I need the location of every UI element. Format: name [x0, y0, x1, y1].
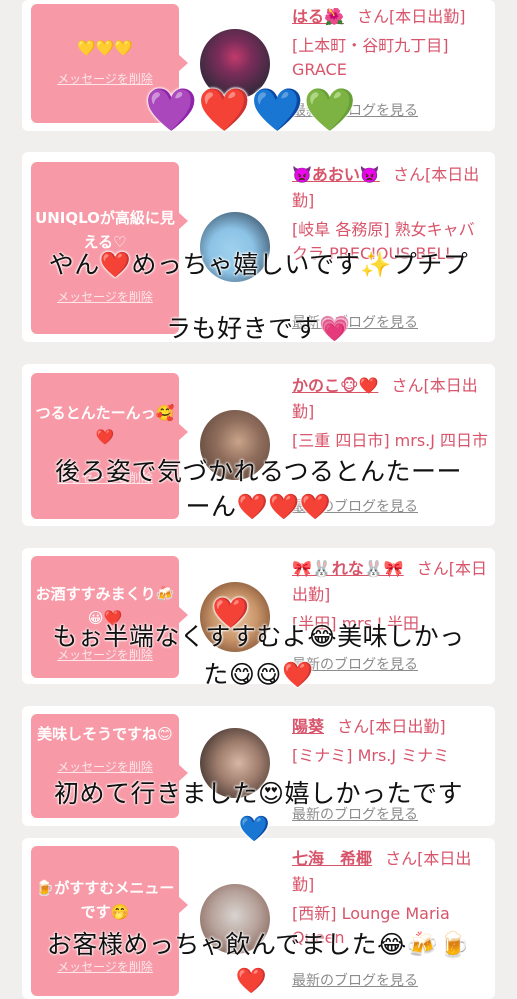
- status-text: さん[本日出勤]: [357, 7, 466, 26]
- delete-message-link[interactable]: メッセージを削除: [35, 758, 175, 775]
- cast-name-link[interactable]: かのこ🐵❤️: [292, 376, 378, 395]
- message-text: つるとんたーんっ🥰❤️: [35, 404, 175, 446]
- cast-name-link[interactable]: 👿あおい👿: [292, 165, 380, 184]
- caption-line: ❤️: [235, 966, 268, 995]
- cast-info: はる🌺 さん[本日出勤] [上本町・谷町九丁目] GRACE: [292, 4, 490, 82]
- delete-message-link[interactable]: メッセージを削除: [35, 288, 175, 305]
- cast-name-link[interactable]: 陽葵: [292, 717, 324, 736]
- caption-line: お客様めっちゃ飲んでました😂🍻🍺: [46, 930, 471, 959]
- heart-emoji-row: 💜❤️💙💚: [145, 85, 357, 134]
- caption-line: やん❤️めっちゃ嬉しいです✨プチプ: [48, 250, 469, 279]
- cast-name-link[interactable]: 七海 希椰: [292, 849, 372, 868]
- message-text: 🍺がすすむメニューです🤭: [35, 879, 175, 921]
- name-line: 七海 希椰 さん[本日出勤]: [292, 846, 490, 898]
- caption-line: ーん❤️❤️❤️: [185, 492, 332, 521]
- caption-line: 初めて行きました😍嬉しかったです: [53, 779, 464, 808]
- caption-line: た😋😋❤️: [203, 660, 314, 689]
- message-text: UNIQLOが高級に見える♡: [35, 209, 175, 251]
- store-name: [上本町・谷町九丁目] GRACE: [292, 36, 449, 79]
- name-line: 🎀🐰れな🐰🎀 さん[本日出勤]: [292, 556, 490, 608]
- store-name: [三重 四日市] mrs.J 四日市: [292, 431, 489, 450]
- cast-info: かのこ🐵❤️ さん[本日出勤] [三重 四日市] mrs.J 四日市: [292, 373, 490, 453]
- cast-name-link[interactable]: 🎀🐰れな🐰🎀: [292, 559, 404, 578]
- caption-line: もぉ半端なくすすむよ😂美味しかっ: [52, 622, 465, 651]
- name-line: 👿あおい👿 さん[本日出勤]: [292, 162, 490, 214]
- message-text: 💛💛💛: [76, 39, 134, 57]
- status-text: さん[本日出勤]: [337, 717, 446, 736]
- caption-line: 後ろ姿で気づかれるつるとんたーー: [54, 457, 462, 486]
- message-text: 美味しそうですね😊: [37, 725, 173, 743]
- store-name: [ミナミ] Mrs.J ミナミ: [292, 746, 450, 765]
- name-line: 陽葵 さん[本日出勤]: [292, 714, 490, 740]
- cast-info: 陽葵 さん[本日出勤] [ミナミ] Mrs.J ミナミ: [292, 714, 490, 768]
- name-line: はる🌺 さん[本日出勤]: [292, 4, 490, 30]
- caption-line: 💙: [238, 814, 271, 843]
- cast-name-link[interactable]: はる🌺: [292, 7, 344, 26]
- name-line: かのこ🐵❤️ さん[本日出勤]: [292, 373, 490, 425]
- caption-line: ラも好きです💗: [166, 314, 351, 343]
